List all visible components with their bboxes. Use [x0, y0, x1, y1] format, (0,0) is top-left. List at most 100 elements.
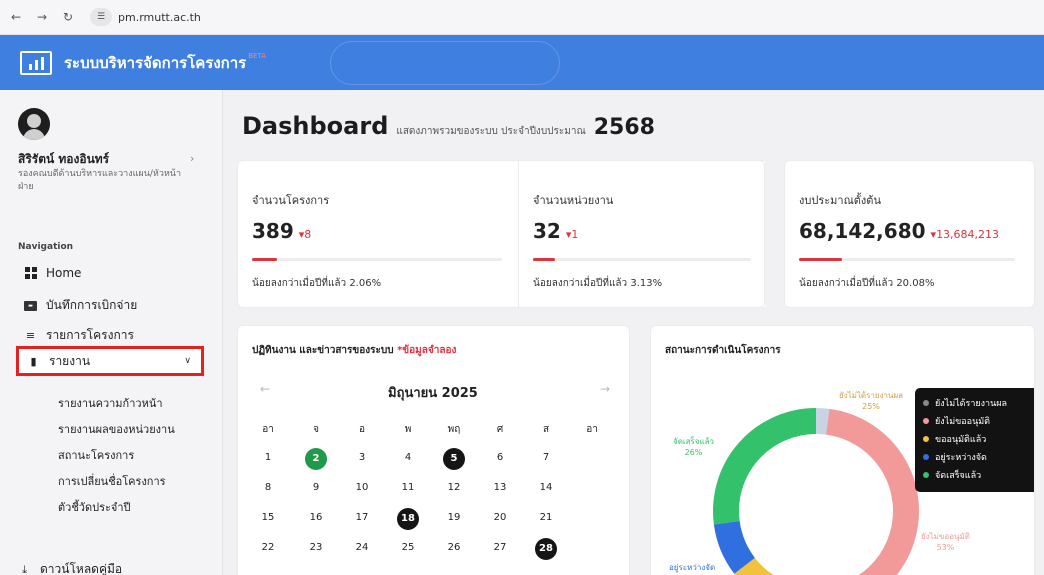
donut-label-not-reported: ยังไม่ได้รายงานผล 25%: [839, 390, 903, 412]
calendar-day[interactable]: 8: [254, 478, 282, 498]
avatar[interactable]: [18, 108, 50, 140]
stat-label: จำนวนโครงการ: [252, 194, 330, 207]
stat-delta: ▾13,684,213: [930, 228, 1000, 241]
donut-label-not-approved: ยังไม่ขออนุมัติ 53%: [921, 531, 970, 553]
calendar-day-number: 6: [496, 452, 504, 463]
sidebar-subitem-annual-kpi[interactable]: ตัวชี้วัดประจำปี: [58, 498, 131, 516]
calendar-day[interactable]: 10: [348, 478, 376, 498]
calendar-weekday: อ: [358, 424, 365, 435]
calendar-day[interactable]: 18: [394, 508, 422, 530]
calendar-day[interactable]: 25: [394, 538, 422, 558]
sidebar: สิริรัตน์ ทองอินทร์ › รองคณบดีด้านบริหาร…: [0, 90, 223, 575]
app-title[interactable]: ระบบบริหารจัดการโครงการ: [64, 51, 246, 75]
sidebar-subitem-unit-report[interactable]: รายงานผลของหน่วยงาน: [58, 420, 175, 438]
calendar-day-number: 15: [261, 512, 275, 523]
legend-item[interactable]: ขออนุมัติแล้ว: [923, 430, 1034, 448]
sidebar-item-projects[interactable]: ≡ รายการโครงการ: [24, 326, 134, 345]
calendar-day-number: 24: [355, 542, 369, 553]
calendar-day-number: 7: [542, 452, 550, 463]
sidebar-subitem-project-status[interactable]: สถานะโครงการ: [58, 446, 134, 464]
calendar-day[interactable]: 24: [348, 538, 376, 558]
calendar-day[interactable]: 2: [302, 448, 330, 470]
sidebar-subitem-rename-project[interactable]: การเปลี่ยนชื่อโครงการ: [58, 472, 166, 490]
chevron-right-icon[interactable]: ›: [190, 152, 194, 165]
calendar-day[interactable]: 4: [394, 448, 422, 468]
calendar-day[interactable]: 21: [532, 508, 560, 528]
calendar-day[interactable]: 12: [440, 478, 468, 498]
stat-note: น้อยลงกว่าเมื่อปีที่แล้ว 3.13%: [533, 278, 663, 289]
slice-label: ยังไม่ได้รายงานผล: [839, 391, 904, 400]
calendar-prev-icon[interactable]: ←: [260, 382, 270, 396]
status-chart-panel: สถานะการดำเนินโครงการ ยังไม่ได้รายงานผล …: [650, 325, 1035, 575]
donut-slice-2[interactable]: [734, 557, 777, 575]
calendar-day[interactable]: 11: [394, 478, 422, 498]
calendar-day[interactable]: 28: [532, 538, 560, 560]
slice-label: ยังไม่ขออนุมัติ: [921, 532, 970, 541]
calendar-day[interactable]: 22: [254, 538, 282, 558]
sidebar-item-disbursement[interactable]: ▬ บันทึกการเบิกจ่าย: [24, 296, 137, 315]
calendar-day[interactable]: 19: [440, 508, 468, 528]
donut-slice-0[interactable]: [815, 408, 830, 435]
legend-item[interactable]: อยู่ระหว่างจัด: [923, 448, 1034, 466]
document-icon: ▮: [30, 354, 37, 368]
calendar-day[interactable]: 23: [302, 538, 330, 558]
legend-item[interactable]: ยังไม่ได้รายงานผล: [923, 394, 1034, 412]
stat-label: จำนวนหน่วยงาน: [533, 194, 614, 207]
calendar-day[interactable]: 27: [486, 538, 514, 558]
legend-item[interactable]: จัดเสร็จแล้ว: [923, 466, 1034, 484]
calendar-day-number: 22: [261, 542, 275, 553]
calendar-day[interactable]: 5: [440, 448, 468, 470]
calendar-weekday: ส: [542, 424, 550, 435]
legend-swatch: [923, 454, 929, 460]
stat-number: 389: [252, 219, 294, 243]
calendar-weekday: พฤ: [447, 424, 461, 435]
stat-progress-bar: [252, 258, 502, 261]
address-bar[interactable]: ☰ pm.rmutt.ac.th: [90, 8, 201, 26]
calendar-day[interactable]: 9: [302, 478, 330, 498]
delta-value: 8: [304, 228, 312, 241]
url-text[interactable]: pm.rmutt.ac.th: [118, 11, 201, 24]
calendar-day[interactable]: 1: [254, 448, 282, 468]
calendar-next-icon[interactable]: →: [600, 382, 610, 396]
mock-data-note: *ข้อมูลจำลอง: [397, 345, 457, 356]
sidebar-subitem-progress-report[interactable]: รายงานความก้าวหน้า: [58, 394, 163, 412]
calendar-day[interactable]: 6: [486, 448, 514, 468]
calendar-day[interactable]: 7: [532, 448, 560, 468]
calendar-weekday: ศ: [496, 424, 504, 435]
delta-value: 13,684,213: [936, 228, 1000, 241]
stat-progress-bar: [799, 258, 1015, 261]
calendar-day-number: 27: [493, 542, 507, 553]
chart-legend: ยังไม่ได้รายงานผล ยังไม่ขออนุมัติ ขออนุม…: [915, 388, 1034, 492]
calendar-day[interactable]: 16: [302, 508, 330, 528]
sidebar-item-home[interactable]: Home: [24, 266, 81, 280]
site-settings-icon[interactable]: ☰: [90, 8, 112, 26]
donut-slice-3[interactable]: [713, 520, 756, 574]
user-name[interactable]: สิริรัตน์ ทองอินทร์: [18, 150, 109, 169]
calendar-day-number: 28: [535, 538, 557, 560]
legend-item[interactable]: ยังไม่ขออนุมัติ: [923, 412, 1034, 430]
dashboard-title: Dashboard: [242, 112, 389, 140]
donut-slice-1[interactable]: [776, 408, 919, 575]
calendar-day[interactable]: 17: [348, 508, 376, 528]
sidebar-item-report[interactable]: ▮ รายงาน ∨: [16, 346, 204, 376]
stat-progress-fill: [252, 258, 277, 261]
donut-slice-4[interactable]: [713, 408, 817, 525]
calendar-day[interactable]: 13: [486, 478, 514, 498]
calendar-day-number: 11: [401, 482, 415, 493]
reload-icon[interactable]: ↻: [60, 9, 76, 25]
slice-percent: 26%: [684, 448, 703, 457]
header-pattern-decoration: [330, 41, 560, 85]
calendar-day[interactable]: 26: [440, 538, 468, 558]
forward-icon[interactable]: →: [34, 9, 50, 25]
calendar-day-number: 16: [309, 512, 323, 523]
calendar-day[interactable]: 14: [532, 478, 560, 498]
app-logo-icon[interactable]: [20, 50, 52, 75]
calendar-day[interactable]: 20: [486, 508, 514, 528]
calendar-day[interactable]: 3: [348, 448, 376, 468]
browser-toolbar: ← → ↻ ☰ pm.rmutt.ac.th: [0, 0, 1044, 35]
sidebar-item-download-manual[interactable]: ⤓ ดาวน์โหลดคู่มือ: [18, 560, 122, 575]
back-icon[interactable]: ←: [8, 9, 24, 25]
chevron-down-icon[interactable]: ∨: [184, 356, 191, 366]
stat-value: 389 ▾8: [252, 219, 311, 243]
calendar-day[interactable]: 15: [254, 508, 282, 528]
